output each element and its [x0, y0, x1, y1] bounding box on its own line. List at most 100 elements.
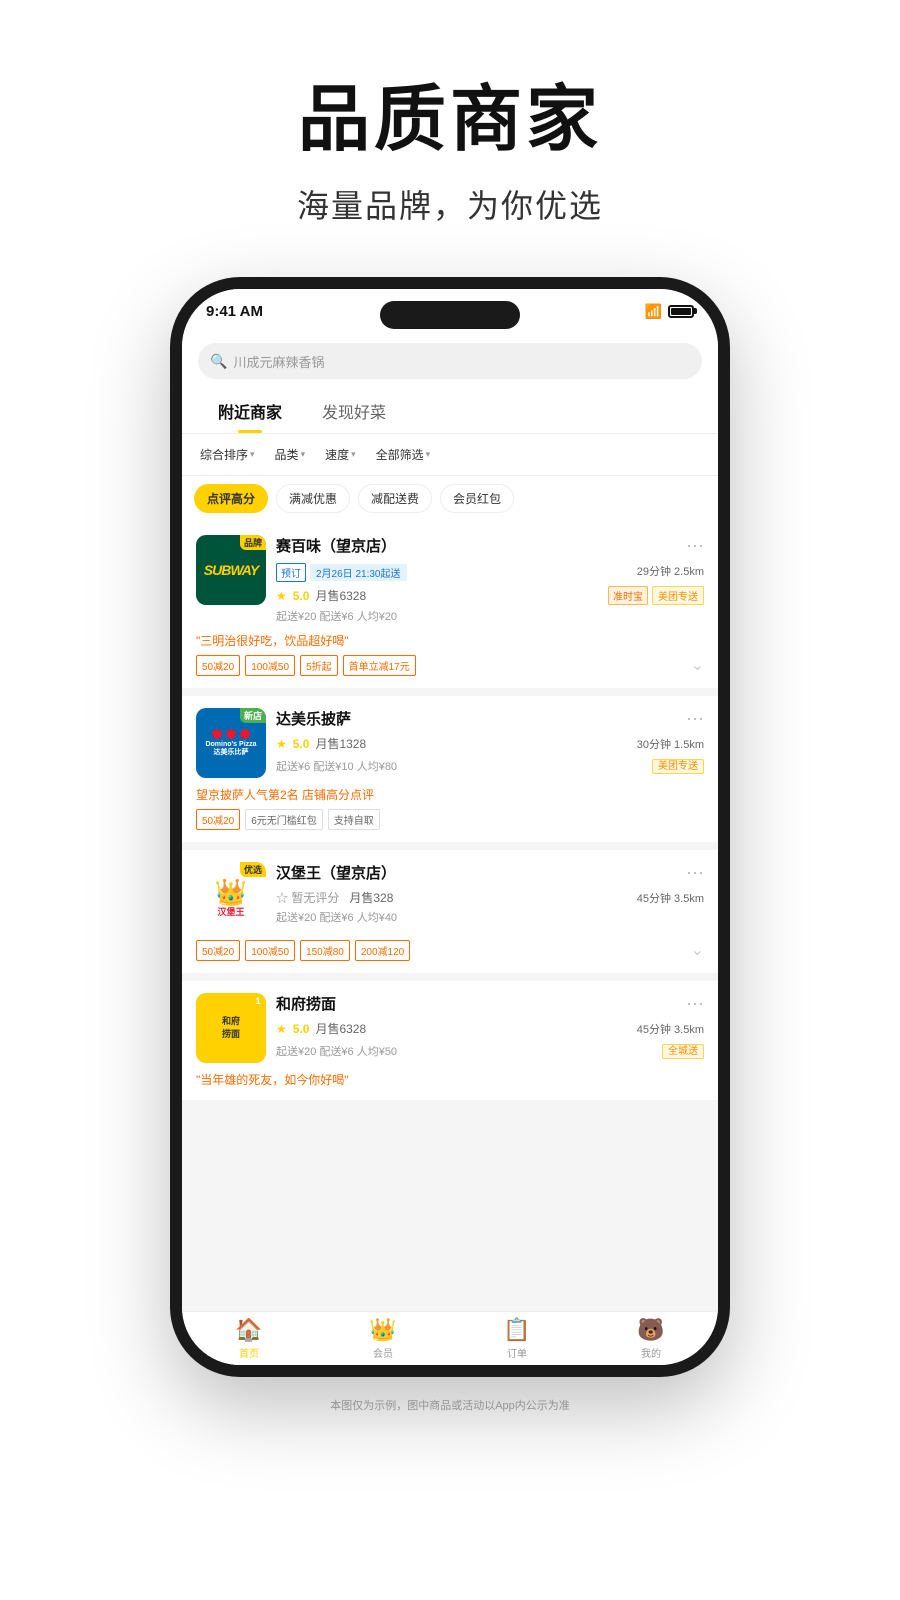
restaurant-list: SUBWAY 品牌 赛百味（望京店） ⋯ 预订 2月26日 21:30起送	[182, 523, 718, 1311]
phone-mockup: 9:41 AM 📶 🔍 川成元麻辣香锅 附近商家 发现好菜 综合排序	[170, 277, 730, 1377]
hefu-name: 和府捞面	[276, 993, 336, 1014]
preorder-label: 预订	[276, 563, 306, 582]
promo-tag: 50减20	[196, 809, 240, 830]
phone-screen: 9:41 AM 📶 🔍 川成元麻辣香锅 附近商家 发现好菜 综合排序	[182, 289, 718, 1365]
member-label: 会员	[373, 1345, 393, 1360]
monthly-sales: 月售6328	[315, 587, 366, 604]
tag-member-coupon[interactable]: 会员红包	[440, 484, 514, 513]
hefu-logo-wrap: 和府捞面 1	[196, 993, 266, 1063]
phone-notch	[380, 301, 520, 329]
star-icon: ★	[276, 1022, 287, 1036]
more-icon[interactable]: ⋯	[686, 537, 704, 555]
nav-orders[interactable]: 📋 订单	[450, 1312, 584, 1365]
bottom-nav: 🏠 首页 👑 会员 📋 订单 🐻 我的	[182, 1311, 718, 1365]
promo-tags: 50减20 6元无门槛红包 支持自取	[196, 809, 704, 830]
meituan-badge: 美团专送	[652, 759, 704, 774]
filter-all[interactable]: 全部筛选 ▾	[370, 442, 437, 467]
tag-discount[interactable]: 满减优惠	[276, 484, 350, 513]
promo-tags: 50减20 100减50 5折起 首单立减17元 ⌄	[196, 655, 704, 676]
restaurant-card-subway[interactable]: SUBWAY 品牌 赛百味（望京店） ⋯ 预订 2月26日 21:30起送	[182, 523, 718, 688]
tab-nearby[interactable]: 附近商家	[198, 389, 302, 433]
delivery-fee-info: 起送¥6 配送¥10 人均¥80	[276, 758, 397, 774]
delivery-fee-info: 起送¥20 配送¥6 人均¥50	[276, 1043, 397, 1059]
search-icon: 🔍	[210, 353, 227, 370]
subway-logo: SUBWAY 品牌	[196, 535, 266, 605]
promo-tag: 200减120	[355, 940, 410, 961]
dominos-name: 达美乐披萨	[276, 708, 351, 729]
expand-arrow[interactable]: ⌄	[691, 655, 704, 676]
hefu-info: 和府捞面 ⋯ ★ 5.0 月售6328 45分钟 3.5km 起送¥20 配送¥…	[276, 993, 704, 1059]
bk-info: 汉堡王（望京店） ⋯ ☆ 暂无评分 月售328 45分钟 3.5km 起送¥20…	[276, 862, 704, 925]
monthly-sales: 月售1328	[315, 735, 366, 752]
delivery-time-dist: 29分钟 2.5km	[637, 563, 704, 579]
orders-icon: 📋	[503, 1317, 530, 1343]
more-icon[interactable]: ⋯	[686, 710, 704, 728]
home-icon: 🏠	[235, 1317, 262, 1343]
review-text: "三明治很好吃，饮品超好喝"	[196, 632, 704, 649]
bk-name: 汉堡王（望京店）	[276, 862, 396, 883]
promo-tag: 150减80	[300, 940, 350, 961]
filter-sort[interactable]: 综合排序 ▾	[194, 442, 261, 467]
promo-tags: 50减20 100减50 150减80 200减120 ⌄	[196, 940, 704, 961]
delivery-fee-info: 起送¥20 配送¥6 人均¥20	[276, 608, 704, 624]
meituan-badge: 美团专送	[652, 586, 704, 605]
tabs-row: 附近商家 发现好菜	[182, 389, 718, 434]
ontime-badge: 准时宝	[608, 586, 648, 605]
search-box[interactable]: 🔍 川成元麻辣香锅	[198, 343, 702, 379]
monthly-sales: 月售328	[349, 889, 393, 906]
review-text: "当年雄的死友，如今你好喝"	[196, 1071, 704, 1088]
brand-badge: 品牌	[240, 535, 266, 550]
page-header: 品质商家 海量品牌，为你优选	[297, 60, 603, 227]
orders-label: 订单	[507, 1345, 527, 1360]
nav-profile[interactable]: 🐻 我的	[584, 1312, 718, 1365]
dominos-logo: Domino's Pizza达美乐比萨 新店	[196, 708, 266, 778]
tab-discover[interactable]: 发现好菜	[302, 389, 406, 433]
promo-tag: 6元无门槛红包	[245, 809, 323, 830]
promo-tag: 50减20	[196, 655, 240, 676]
nav-member[interactable]: 👑 会员	[316, 1312, 450, 1365]
rating: 5.0	[293, 589, 310, 603]
restaurant-card-bk[interactable]: 👑 汉堡王 优选 汉堡王（望京店） ⋯ ☆ 暂无评分 月售328	[182, 850, 718, 973]
restaurant-card-hefu[interactable]: 和府捞面 1 和府捞面 ⋯ ★ 5.0 月售6328 45分	[182, 981, 718, 1100]
delivery-time: 45分钟 3.5km	[637, 1021, 704, 1037]
tag-high-rating[interactable]: 点评高分	[194, 484, 268, 513]
monthly-sales: 月售6328	[315, 1020, 366, 1037]
page-subtitle: 海量品牌，为你优选	[297, 181, 603, 227]
promo-tag: 5折起	[300, 655, 338, 676]
status-time: 9:41 AM	[206, 303, 263, 320]
promo-tag: 50减20	[196, 940, 240, 961]
profile-icon: 🐻	[637, 1317, 664, 1343]
filter-speed[interactable]: 速度 ▾	[319, 442, 362, 467]
review-text: 望京披萨人气第2名 店铺高分点评	[196, 786, 704, 803]
restaurant-card-dominos[interactable]: Domino's Pizza达美乐比萨 新店 达美乐披萨 ⋯ ★ 5.0 月售1…	[182, 696, 718, 842]
quancheng-badge: 全城送	[662, 1044, 704, 1059]
rating: 5.0	[293, 737, 310, 751]
nav-home[interactable]: 🏠 首页	[182, 1312, 316, 1365]
promo-tag: 100减50	[245, 655, 295, 676]
no-rating: ☆ 暂无评分	[276, 889, 339, 906]
more-icon[interactable]: ⋯	[686, 995, 704, 1013]
schedule-date: 2月26日 21:30起送	[310, 564, 407, 581]
wifi-icon: 📶	[645, 303, 662, 320]
delivery-time: 30分钟 1.5km	[637, 736, 704, 752]
search-area: 🔍 川成元麻辣香锅	[182, 333, 718, 389]
more-icon[interactable]: ⋯	[686, 864, 704, 882]
tag-free-delivery[interactable]: 减配送费	[358, 484, 432, 513]
footer-note: 本图仅为示例，图中商品或活动以App内公示为准	[330, 1397, 570, 1413]
promo-tag: 首单立减17元	[343, 655, 416, 676]
battery-icon	[668, 305, 694, 318]
star-icon: ★	[276, 737, 287, 751]
new-badge: 新店	[240, 708, 266, 723]
tags-row: 点评高分 满减优惠 减配送费 会员红包	[182, 476, 718, 523]
profile-label: 我的	[641, 1345, 661, 1360]
page-title: 品质商家	[297, 60, 603, 165]
delivery-time: 45分钟 3.5km	[637, 890, 704, 906]
promo-tag: 100减50	[245, 940, 295, 961]
expand-arrow[interactable]: ⌄	[691, 940, 704, 961]
filter-category[interactable]: 品类 ▾	[269, 442, 312, 467]
rating: 5.0	[293, 1022, 310, 1036]
subway-name: 赛百味（望京店）	[276, 535, 396, 556]
bk-logo: 👑 汉堡王 优选	[196, 862, 266, 932]
subway-info: 赛百味（望京店） ⋯ 预订 2月26日 21:30起送 29分钟 2.5km ★	[276, 535, 704, 624]
delivery-fee-info: 起送¥20 配送¥6 人均¥40	[276, 909, 704, 925]
